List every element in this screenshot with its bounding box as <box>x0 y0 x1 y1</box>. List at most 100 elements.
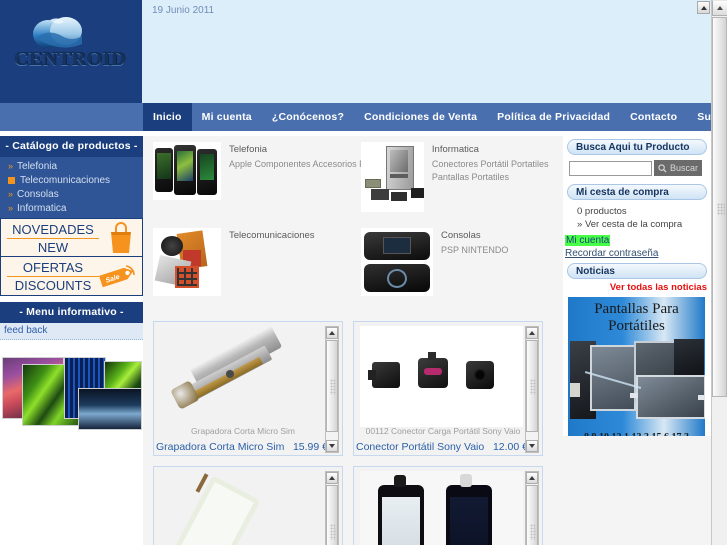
product-alt-text: Grapadora Corta Micro Sim <box>191 426 295 436</box>
laptop-screens-banner[interactable]: Pantallas Para Portátiles 8,9 10,12,1 13… <box>568 297 705 447</box>
nav-item-pol-tica-de-privacidad[interactable]: Política de Privacidad <box>487 103 620 131</box>
cloud-logo-icon <box>33 17 82 48</box>
category-subcategories: PSP NINTENDO <box>441 245 509 255</box>
product-card-iphone-screens[interactable] <box>353 466 543 545</box>
scroll-up-icon[interactable] <box>697 1 710 14</box>
promo-discount-line2: DISCOUNTS <box>14 278 92 293</box>
product-footer: Conector Portátil Sony Vaio 12.00 € <box>356 441 528 453</box>
scroll-up-icon[interactable] <box>326 327 338 339</box>
catalog-title: - Catálogo de productos - <box>0 136 143 157</box>
product-card-sim-cutter[interactable]: Grapadora Corta Micro Sim Grapadora Cort… <box>153 321 343 456</box>
search-input[interactable] <box>569 160 652 176</box>
search-panel-title: Busca Aqui tu Producto <box>567 139 707 155</box>
forgot-password-link[interactable]: Recordar contraseña <box>565 248 711 259</box>
nav-item-mi-cuenta[interactable]: Mi cuenta <box>192 103 262 131</box>
scrollbar-thumb[interactable] <box>326 485 338 545</box>
arrows-icon: » <box>8 188 13 199</box>
promo-discounts[interactable]: OFERTAS DISCOUNTS Sale <box>1 257 142 295</box>
promo-new-line1: NOVEDADES <box>7 222 99 239</box>
page-scroll-up-icon[interactable] <box>712 0 727 16</box>
telecom-info: Telecomunicaciones <box>229 228 315 296</box>
search-button-label: Buscar <box>670 163 699 173</box>
category-name: Consolas <box>441 230 481 241</box>
search-button[interactable]: Buscar <box>654 160 703 176</box>
page-root: CENTROID 19 Junio 2011 Inicio Mi cuenta ¿C… <box>0 0 727 545</box>
browser-scrollbar[interactable] <box>711 0 727 545</box>
product-alt-text: 00112 Conector Carga Portátil Sony Vaio <box>365 426 521 436</box>
product-image <box>160 471 323 545</box>
scrollbar-thumb[interactable] <box>526 340 538 432</box>
sidebar-category-label: Informatica <box>17 202 67 214</box>
product-card-sony-vaio-connector[interactable]: 00112 Conector Carga Portátil Sony Vaio … <box>353 321 543 456</box>
sidebar-category-label: Consolas <box>17 188 59 200</box>
promo-banners: NOVEDADES NEW PRODUCTS OFERTAS DISCOUNTS… <box>0 218 143 296</box>
product-name[interactable]: Grapadora Corta Micro Sim <box>156 441 284 453</box>
arrows-icon: » <box>8 202 13 213</box>
sidebar-category-informatica[interactable]: » Informatica <box>0 201 143 215</box>
site-logo-area[interactable]: CENTROID <box>0 0 140 103</box>
scrollbar-thumb[interactable] <box>526 485 538 545</box>
scroll-up-icon[interactable] <box>326 472 338 484</box>
view-all-news-link[interactable]: Ver todas las noticias <box>563 282 711 293</box>
category-feature-telefonia[interactable]: Telefonia Apple Componentes Accesorios P… <box>153 142 375 200</box>
sidebar-category-telefonia[interactable]: » Telefonia <box>0 159 143 173</box>
category-subcategories: Apple Componentes Accesorios Pda <box>229 159 376 169</box>
square-icon <box>8 176 15 184</box>
scroll-down-icon[interactable] <box>526 440 538 452</box>
product-scrollbar[interactable] <box>325 471 339 545</box>
shopping-bag-icon <box>111 222 131 253</box>
sidebar-category-label: Telecomunicaciones <box>20 174 111 186</box>
consolas-info: Consolas PSP NINTENDO <box>441 228 508 296</box>
nav-item-con-cenos[interactable]: ¿Conócenos? <box>262 103 354 131</box>
nav-item-contacto[interactable]: Contacto <box>620 103 687 131</box>
cart-panel-body: 0 productos » Ver cesta de la compra <box>563 200 711 230</box>
scrollbar-thumb[interactable] <box>326 340 338 432</box>
main-content: Telefonia Apple Componentes Accesorios P… <box>143 136 563 545</box>
product-name[interactable]: Conector Portátil Sony Vaio <box>356 441 484 453</box>
page-scrollbar-thumb[interactable] <box>712 17 727 397</box>
product-card-digitizer[interactable] <box>153 466 343 545</box>
info-menu-title: - Menu informativo - <box>0 302 143 323</box>
product-image <box>360 471 523 545</box>
account-link[interactable]: Mi cuenta <box>565 235 611 246</box>
cart-panel-title: Mi cesta de compra <box>567 184 707 200</box>
deco-image-5 <box>78 388 142 430</box>
sidebar-decorative-images <box>0 331 143 466</box>
cart-view-link[interactable]: » Ver cesta de la compra <box>577 219 711 230</box>
product-scrollbar[interactable] <box>325 326 339 453</box>
left-sidebar: - Catálogo de productos - » Telefonia Tele… <box>0 136 143 545</box>
category-name: Informatica <box>431 144 479 155</box>
category-name: Telefonia <box>229 144 268 155</box>
product-scrollbar[interactable] <box>525 471 539 545</box>
search-icon <box>658 163 667 173</box>
banner-title: Pantallas Para Portátiles <box>594 301 679 334</box>
nav-item-inicio[interactable]: Inicio <box>143 103 192 131</box>
right-sidebar-bottom-space <box>563 436 711 545</box>
sidebar-category-consolas[interactable]: » Consolas <box>0 187 143 201</box>
scroll-up-icon[interactable] <box>526 472 538 484</box>
sidebar-category-telecomunicaciones[interactable]: Telecomunicaciones <box>0 173 143 187</box>
nav-item-condiciones-de-venta[interactable]: Condiciones de Venta <box>354 103 487 131</box>
category-feature-telecomunicaciones[interactable]: Telecomunicaciones <box>153 228 315 296</box>
logo-wordmark: CENTROID <box>14 48 126 70</box>
informatica-info: Informatica Conectores Portátil Portatil… <box>432 142 563 212</box>
product-scrollbar[interactable] <box>525 326 539 453</box>
category-feature-consolas[interactable]: Consolas PSP NINTENDO <box>361 228 508 296</box>
current-date: 19 Junio 2011 <box>152 5 215 16</box>
nav-left-filler <box>0 103 143 131</box>
promo-new-products[interactable]: NOVEDADES NEW PRODUCTS <box>1 219 142 257</box>
promo-discount-line1: OFERTAS <box>7 260 99 277</box>
cart-product-count: 0 productos <box>577 206 627 217</box>
product-footer: Grapadora Corta Micro Sim 15.99 € <box>156 441 328 453</box>
informatica-thumbnail <box>361 142 424 212</box>
banner-screens-photo <box>568 339 705 425</box>
category-list: » Telefonia Telecomunicaciones » Consolas » In… <box>0 157 143 218</box>
header-banner: 19 Junio 2011 <box>140 0 711 103</box>
sidebar-bottom-space <box>0 466 143 545</box>
main-navigation: Inicio Mi cuenta ¿Conócenos? Condiciones de… <box>0 103 727 131</box>
consolas-thumbnail <box>361 228 433 296</box>
scroll-up-icon[interactable] <box>526 327 538 339</box>
category-feature-informatica[interactable]: Informatica Conectores Portátil Portatil… <box>361 142 563 212</box>
scroll-down-icon[interactable] <box>326 440 338 452</box>
telecom-thumbnail <box>153 228 221 296</box>
